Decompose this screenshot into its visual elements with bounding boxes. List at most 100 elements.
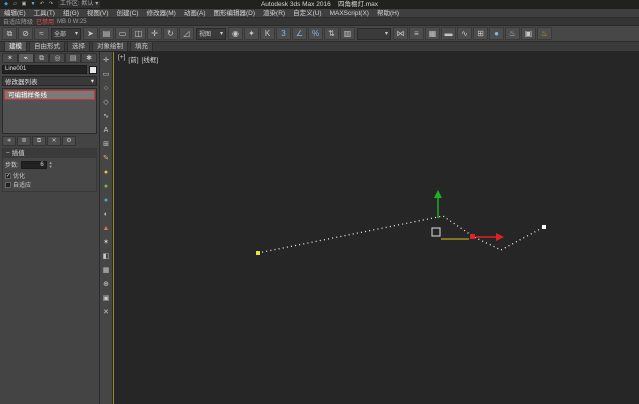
named-selection-dropdown[interactable]: ▾ xyxy=(357,27,391,40)
show-end-result-button[interactable]: ≣ xyxy=(17,136,31,146)
side-cyan-dot-icon[interactable]: ● xyxy=(101,194,112,207)
object-name-field[interactable]: Line001 xyxy=(2,65,87,74)
rendered-frame-icon[interactable]: ▣ xyxy=(521,27,536,40)
side-star-icon[interactable]: ✶ xyxy=(101,236,112,249)
side-grid-icon[interactable]: ⊞ xyxy=(101,138,112,151)
modifier-list-dropdown[interactable]: 修改器列表 ▾ xyxy=(2,76,97,86)
tab-utilities[interactable]: ✱ xyxy=(81,53,97,63)
window-crossing-icon[interactable]: ◫ xyxy=(131,27,146,40)
spinner-snap-icon[interactable]: ⇅ xyxy=(324,27,339,40)
menu-item-2[interactable]: 工具(T) xyxy=(30,9,59,17)
menu-item-4[interactable]: 视图(V) xyxy=(83,9,113,17)
ribbon-tab-5[interactable]: 填充 xyxy=(130,41,153,51)
max-logo-icon[interactable]: ◆ xyxy=(2,1,10,8)
side-circle-icon[interactable]: ○ xyxy=(101,82,112,95)
side-plus-icon[interactable]: ⊕ xyxy=(101,278,112,291)
render-setup-icon[interactable]: ♨ xyxy=(505,27,520,40)
menu-item-5[interactable]: 创建(C) xyxy=(113,9,143,17)
select-object-icon[interactable]: ➤ xyxy=(83,27,98,40)
select-and-move-icon[interactable]: ✛ xyxy=(147,27,162,40)
side-move-icon[interactable]: ✛ xyxy=(101,54,112,67)
menu-item-11[interactable]: MAXScript(X) xyxy=(326,9,373,17)
stack-row[interactable]: 可编辑样条线 xyxy=(4,90,95,100)
side-diamond-icon[interactable]: ◇ xyxy=(101,96,112,109)
side-pen-icon[interactable]: ✎ xyxy=(101,152,112,165)
gizmo-x-arrowhead[interactable] xyxy=(496,233,504,241)
side-contrast-icon[interactable]: ◐ xyxy=(101,208,112,221)
selection-filter-dropdown[interactable]: 全部 ▾ xyxy=(51,27,81,40)
ribbon-tab-1[interactable]: 建模 xyxy=(4,41,27,51)
ribbon-tab-4[interactable]: 对象绘制 xyxy=(92,41,128,51)
tab-hierarchy[interactable]: ⧉ xyxy=(33,53,50,63)
tab-motion[interactable]: ◎ xyxy=(49,53,66,63)
menu-item-6[interactable]: 修改器(M) xyxy=(143,9,180,17)
steps-field[interactable]: 6 xyxy=(20,160,47,169)
menu-item-8[interactable]: 图形编辑器(D) xyxy=(210,9,260,17)
side-curve-icon[interactable]: ∿ xyxy=(101,110,112,123)
make-unique-button[interactable]: ⧉ xyxy=(32,136,46,146)
checkbox[interactable]: ✓ xyxy=(5,172,11,179)
viewport-shading-mode[interactable]: [线框] xyxy=(142,54,159,64)
viewport-canvas[interactable] xyxy=(114,52,639,404)
side-yellow-dot-icon[interactable]: ● xyxy=(101,166,112,179)
viewport-menu[interactable]: [+] xyxy=(118,54,125,64)
side-box-icon[interactable]: ▣ xyxy=(101,292,112,305)
redo-icon[interactable]: ↷ xyxy=(47,1,55,8)
select-and-rotate-icon[interactable]: ↻ xyxy=(163,27,178,40)
selection-region-icon[interactable]: ▭ xyxy=(115,27,130,40)
side-close-icon[interactable]: ✕ xyxy=(101,306,112,319)
side-rectangle-icon[interactable]: ▭ xyxy=(101,68,112,81)
object-color-swatch[interactable] xyxy=(89,65,97,74)
menu-item-12[interactable]: 帮助(H) xyxy=(373,9,403,17)
side-triangle-icon[interactable]: ▲ xyxy=(101,222,112,235)
side-half-icon[interactable]: ◧ xyxy=(101,250,112,263)
select-and-scale-icon[interactable]: ◿ xyxy=(179,27,194,40)
rollout-header[interactable]: − 插值 xyxy=(3,149,96,158)
reference-coordinate-dropdown[interactable]: 视图 ▾ xyxy=(196,27,226,40)
menu-item-9[interactable]: 渲染(R) xyxy=(259,9,289,17)
ribbon-tab-3[interactable]: 选择 xyxy=(67,41,90,51)
bind-to-space-warp-icon[interactable]: ≈ xyxy=(34,27,49,40)
tab-modify[interactable]: ⌁ xyxy=(17,53,34,63)
select-and-link-icon[interactable]: ⧉ xyxy=(2,27,17,40)
scene-explorer-icon[interactable]: ▦ xyxy=(425,27,440,40)
save-file-icon[interactable]: ▼ xyxy=(29,1,37,8)
use-pivot-center-icon[interactable]: ◉ xyxy=(228,27,243,40)
schematic-view-icon[interactable]: ⊞ xyxy=(473,27,488,40)
align-icon[interactable]: ≡ xyxy=(409,27,424,40)
workspace-dropdown[interactable]: 工作区: 默认 ▾ xyxy=(58,1,101,8)
menu-item-1[interactable]: 编辑(E) xyxy=(0,9,30,17)
render-production-icon[interactable]: ♨ xyxy=(537,27,552,40)
open-file-icon[interactable]: ▣ xyxy=(20,1,28,8)
pin-stack-button[interactable]: ∗ xyxy=(2,136,16,146)
snap-toggle-3d-icon[interactable]: 3 xyxy=(276,27,291,40)
menu-item-7[interactable]: 动画(A) xyxy=(180,9,210,17)
angle-snap-icon[interactable]: ∠ xyxy=(292,27,307,40)
select-and-manipulate-icon[interactable]: ✦ xyxy=(244,27,259,40)
mirror-icon[interactable]: ⋈ xyxy=(393,27,408,40)
ribbon-tab-2[interactable]: 自由形式 xyxy=(29,41,65,51)
configure-modifier-sets-button[interactable]: ⚙ xyxy=(62,136,76,146)
unlink-selection-icon[interactable]: ⊘ xyxy=(18,27,33,40)
menu-item-10[interactable]: 自定义(U) xyxy=(289,9,326,17)
menu-item-3[interactable]: 组(G) xyxy=(59,9,83,17)
material-editor-icon[interactable]: ● xyxy=(489,27,504,40)
spline-path[interactable] xyxy=(257,215,545,254)
ribbon-toggle-icon[interactable]: ▬ xyxy=(441,27,456,40)
curve-editor-icon[interactable]: ∿ xyxy=(457,27,472,40)
percent-snap-icon[interactable]: % xyxy=(308,27,323,40)
keyboard-override-icon[interactable]: K xyxy=(260,27,275,40)
edit-named-selection-icon[interactable]: ▥ xyxy=(340,27,355,40)
selected-vertex[interactable] xyxy=(470,234,475,239)
remove-modifier-button[interactable]: ✕ xyxy=(47,136,61,146)
steps-spinner[interactable]: ▲ ▼ xyxy=(49,160,53,169)
spline-end-vertex[interactable] xyxy=(542,225,546,229)
select-by-name-icon[interactable]: ▤ xyxy=(99,27,114,40)
gizmo-y-arrowhead[interactable] xyxy=(434,190,442,198)
tab-create[interactable]: ✶ xyxy=(2,53,18,63)
tab-display[interactable]: ▤ xyxy=(65,53,82,63)
undo-icon[interactable]: ↶ xyxy=(38,1,46,8)
viewport-view-name[interactable]: [前] xyxy=(128,54,138,64)
side-green-dot-icon[interactable]: ● xyxy=(101,180,112,193)
viewport[interactable]: [+] [前] [线框] xyxy=(113,52,639,404)
